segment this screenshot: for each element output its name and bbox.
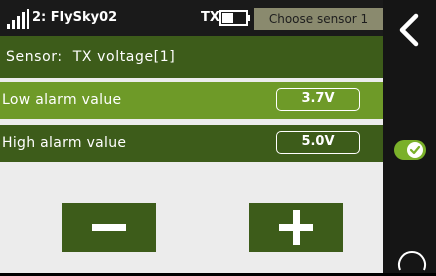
screen-title: Choose sensor 1 bbox=[254, 8, 383, 30]
chevron-left-icon bbox=[399, 13, 419, 47]
model-name: 2: FlySky02 bbox=[32, 10, 118, 25]
rotate-icon[interactable] bbox=[394, 246, 430, 276]
high-alarm-value[interactable]: 5.0V bbox=[276, 131, 360, 154]
increase-button[interactable] bbox=[249, 203, 343, 252]
sensor-row[interactable]: Sensor: TX voltage[1] bbox=[0, 36, 383, 78]
decrease-button[interactable] bbox=[62, 203, 156, 252]
low-alarm-value[interactable]: 3.7V bbox=[276, 88, 360, 111]
signal-strength-icon bbox=[7, 9, 29, 29]
battery-icon bbox=[219, 10, 250, 26]
high-alarm-row[interactable]: High alarm value 5.0V bbox=[0, 125, 383, 162]
toggle-on-icon[interactable] bbox=[393, 139, 427, 161]
high-alarm-label: High alarm value bbox=[2, 135, 127, 151]
sensor-label: Sensor: TX voltage[1] bbox=[6, 49, 176, 65]
minus-icon bbox=[92, 224, 126, 231]
low-alarm-label: Low alarm value bbox=[2, 92, 122, 108]
back-button[interactable] bbox=[392, 10, 428, 50]
tx-label: TX bbox=[201, 10, 220, 25]
status-bar: 2: FlySky02 TX Choose sensor 1 bbox=[0, 0, 383, 36]
low-alarm-row[interactable]: Low alarm value 3.7V bbox=[0, 82, 383, 119]
